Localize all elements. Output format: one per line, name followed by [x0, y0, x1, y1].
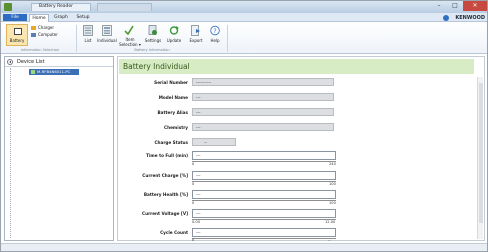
current-voltage-label: Current Voltage [V] — [142, 211, 188, 216]
title-bar: Battery Reader – □ ✕ — [1, 1, 487, 13]
ribbon-separator — [76, 25, 77, 52]
current-charge-min: 0 — [192, 182, 195, 186]
ribbon: Battery Charger Computer Information Sel… — [1, 22, 487, 54]
time-to-full-scale — [192, 161, 336, 162]
scrollbar-thumb[interactable] — [479, 83, 483, 223]
export-button[interactable]: Export — [187, 38, 205, 43]
close-button[interactable]: ✕ — [463, 1, 487, 11]
tab-graph[interactable]: Graph — [51, 14, 71, 22]
current-voltage-field: --- — [192, 209, 336, 218]
charger-label: Charger — [38, 25, 54, 30]
update-button[interactable]: Update — [164, 38, 184, 43]
check-icon — [124, 25, 134, 36]
device-item-label: M-RFB4N6011-PC — [37, 69, 71, 74]
tab-setup[interactable]: Setup — [73, 14, 93, 22]
time-to-full-max: 240 — [329, 162, 336, 166]
cycle-count-max: -- — [328, 238, 331, 242]
battery-individual-panel: Battery Individual Serial Number -------… — [117, 56, 485, 242]
battery-health-scale — [192, 200, 336, 201]
current-charge-field: --- — [192, 171, 336, 180]
item-selection-button[interactable]: Item Selection ▾ — [118, 37, 142, 47]
battery-button-label: Battery — [9, 38, 25, 43]
device-tree: M-RFB4N6011-PC — [10, 68, 110, 238]
current-charge-label: Current Charge [%] — [142, 173, 188, 178]
chemistry-field: --- — [192, 123, 334, 131]
help-circle-icon: ? — [210, 25, 220, 36]
individual-button[interactable]: Individual — [96, 38, 118, 43]
cycle-count-field: --- — [192, 228, 336, 237]
window-title: Battery Reader — [39, 4, 74, 9]
settings-button[interactable]: Settings — [143, 38, 163, 43]
cycle-count-scale — [192, 238, 336, 239]
minimize-button[interactable]: – — [431, 1, 447, 11]
current-voltage-min: 0.00 — [192, 220, 201, 224]
computer-label: Computer — [38, 32, 58, 37]
cycle-count-min: 0 — [192, 238, 195, 242]
charger-button[interactable]: Charger — [31, 25, 54, 30]
list-button[interactable]: List — [79, 38, 97, 43]
group-label-information-selection: Information Selection — [20, 48, 60, 52]
cycle-count-label: Cycle Count — [160, 230, 188, 235]
model-name-label: Model Name — [158, 95, 188, 100]
charger-icon — [31, 26, 36, 30]
help-button[interactable]: Help — [206, 38, 224, 43]
current-charge-max: 100 — [329, 182, 336, 186]
device-list-header: ◂ Device List — [5, 57, 113, 67]
menu-bar: File Home Graph Setup KENWOOD — [1, 13, 487, 22]
group-label-battery-information: Battery Information — [134, 48, 170, 52]
ribbon-separator-2 — [227, 25, 228, 52]
vertical-scrollbar[interactable] — [477, 77, 483, 239]
app-icon — [4, 3, 12, 11]
serial-number-label: Serial Number — [154, 80, 188, 85]
time-to-full-field: --- — [192, 151, 336, 160]
device-item[interactable]: M-RFB4N6011-PC — [29, 69, 79, 75]
app-window: Battery Reader – □ ✕ File Home Graph Set… — [0, 0, 488, 252]
panel-title: Battery Individual — [123, 62, 190, 71]
chemistry-label: Chemistry — [164, 125, 188, 130]
settings-icon — [148, 25, 157, 35]
tab-home[interactable]: Home — [29, 14, 49, 22]
computer-button[interactable]: Computer — [31, 32, 58, 37]
battery-alias-field: --- — [192, 108, 334, 116]
charge-status-label: Charge Status — [154, 140, 188, 145]
device-list-pane: ◂ Device List M-RFB4N6011-PC — [4, 56, 114, 241]
current-voltage-max: 12.00 — [325, 220, 336, 224]
svg-text:?: ? — [213, 28, 216, 35]
export-icon — [191, 25, 200, 36]
brand-logo: KENWOOD — [455, 15, 485, 21]
battery-health-min: 0 — [192, 201, 195, 205]
window-tab-2[interactable] — [97, 3, 152, 11]
time-to-full-min: 0 — [192, 162, 195, 166]
panel-header: Battery Individual — [119, 59, 474, 74]
current-voltage-scale — [192, 219, 336, 220]
battery-health-field: --- — [192, 190, 336, 199]
file-button[interactable]: File — [3, 14, 27, 21]
list-icon — [83, 25, 93, 36]
collapse-icon[interactable]: ◂ — [7, 59, 13, 65]
battery-device-icon — [31, 70, 35, 74]
battery-icon — [14, 28, 22, 35]
time-to-full-label: Time to Full (min) — [146, 153, 188, 158]
battery-button[interactable]: Battery — [6, 24, 28, 46]
model-name-field: --- — [192, 93, 334, 101]
status-bar — [1, 243, 487, 251]
device-list-title: Device List — [17, 59, 45, 65]
current-charge-scale — [192, 181, 336, 182]
help-icon[interactable] — [443, 15, 449, 21]
computer-icon — [31, 33, 36, 37]
individual-icon — [102, 25, 112, 36]
charge-status-field: -- — [192, 138, 236, 146]
battery-health-label: Battery Health [%] — [143, 192, 188, 197]
battery-health-max: 100 — [329, 201, 336, 205]
maximize-button[interactable]: □ — [447, 1, 463, 11]
refresh-icon — [169, 26, 179, 35]
battery-alias-label: Battery Alias — [157, 110, 188, 115]
serial-number-field: ---------- — [192, 78, 334, 86]
